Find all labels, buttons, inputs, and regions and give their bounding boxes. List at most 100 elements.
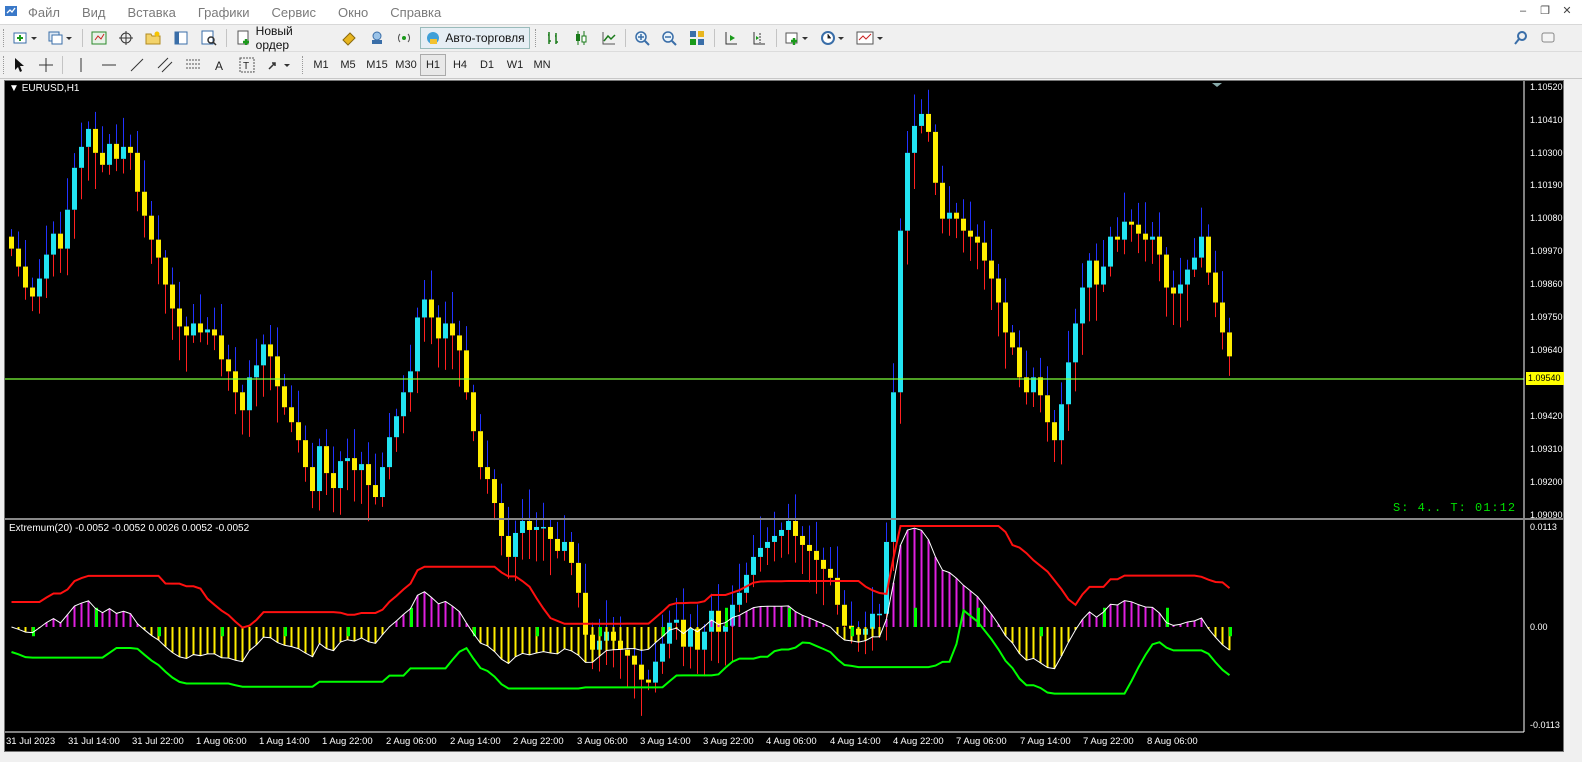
auto-scroll-button[interactable] [720,27,742,49]
indicators-button[interactable] [782,27,812,49]
chart-shift-button[interactable] [748,27,770,49]
timeframe-w1[interactable]: W1 [502,54,528,76]
zoom-in-icon [635,31,650,46]
menu-tools[interactable]: Сервис [272,5,317,20]
menu-window[interactable]: Окно [338,5,368,20]
notifications-button[interactable] [1538,27,1560,49]
symbol-text: EURUSD,H1 [21,83,80,94]
bar-chart-button[interactable] [542,27,564,49]
cursor-button[interactable] [8,54,30,76]
tile-windows-button[interactable] [686,27,708,49]
candle-body [688,628,693,647]
price-tick: 1.09420 [1530,411,1563,421]
candle-body [261,344,266,366]
timeframe-m15[interactable]: M15 [362,54,392,76]
close-icon[interactable]: ✕ [1560,5,1574,18]
search-button[interactable] [1510,27,1532,49]
channel-icon [157,57,173,73]
minimize-icon[interactable]: – [1516,5,1530,18]
timeframe-h1[interactable]: H1 [420,54,446,76]
candlestick-chart-button[interactable] [570,27,592,49]
candle-body [989,260,994,279]
timeframe-mn[interactable]: MN [529,54,555,76]
time-label: 7 Aug 22:00 [1083,736,1134,747]
signals-button[interactable] [366,27,388,49]
navigator-button[interactable] [142,27,164,49]
candle-body [177,308,182,327]
metaeditor-button[interactable] [338,27,360,49]
new-chart-button[interactable] [10,27,40,49]
candle-body [191,323,196,336]
market-watch-button[interactable] [88,27,110,49]
menu-view[interactable]: Вид [82,5,106,20]
candle-body [716,610,721,632]
fibonacci-button[interactable] [182,54,204,76]
candle-body [401,392,406,417]
candle-body [1087,260,1092,288]
menu-insert[interactable]: Вставка [128,5,176,20]
candle-body [212,329,217,336]
new-order-button[interactable]: Новый ордер [232,24,332,52]
candle-body [1094,260,1099,285]
menu-help[interactable]: Справка [390,5,441,20]
fibonacci-icon [186,59,200,69]
line-chart-button[interactable] [598,27,620,49]
timeframe-m5[interactable]: M5 [335,54,361,76]
candle-body [394,416,399,438]
arrows-button[interactable] [264,54,294,76]
restore-icon[interactable]: ❐ [1538,5,1552,18]
candle-body [1122,221,1127,240]
candle-body [513,532,518,557]
profiles-button[interactable] [45,27,75,49]
svg-text:T: T [243,61,249,72]
equidistant-channel-button[interactable] [154,54,176,76]
vertical-line-button[interactable] [70,54,92,76]
timeframe-h4[interactable]: H4 [447,54,473,76]
candle-body [429,299,434,318]
candle-body [877,613,882,616]
crosshair-button[interactable] [35,54,57,76]
window-separator[interactable] [5,518,1563,520]
auto-trading-button[interactable]: Авто-торговля [420,27,530,49]
bar-chart-icon [548,32,558,44]
zoom-in-button[interactable] [631,27,653,49]
chart-canvas[interactable] [5,81,1563,751]
text-button[interactable]: A [209,54,231,76]
timeframe-d1[interactable]: D1 [474,54,500,76]
horizontal-line-button[interactable] [98,54,120,76]
candle-body [408,371,413,393]
navigator-folder-icon [145,31,161,45]
candle-body [779,529,784,536]
candle-body [268,344,273,357]
templates-button[interactable] [854,27,886,49]
candle-body [765,541,770,548]
menu-file[interactable]: Файл [28,5,60,20]
candle-body [352,458,357,471]
indicator-label: Extremum(20) -0.0052 -0.0052 0.0026 0.00… [9,523,250,534]
candle-body [247,377,252,411]
tester-magnifier-icon [201,30,217,46]
chat-bubble-icon [1541,32,1555,43]
menu-charts[interactable]: Графики [198,5,250,20]
candle-body [1199,236,1204,258]
market-button[interactable] [393,27,415,49]
terminal-button[interactable] [170,27,192,49]
candle-body [324,446,329,474]
data-window-button[interactable] [115,27,137,49]
line-chart-icon [602,32,616,45]
candle-body [114,143,119,159]
timeframe-m30[interactable]: M30 [391,54,421,76]
trendline-button[interactable] [126,54,148,76]
zoom-out-button[interactable] [658,27,680,49]
text-label-button[interactable]: T [236,54,258,76]
periods-button[interactable] [818,27,848,49]
candle-body [58,233,63,249]
candle-body [226,359,231,372]
candle-body [9,236,14,249]
new-order-icon [237,30,249,45]
candle-body [828,568,833,578]
timeframe-m1[interactable]: M1 [308,54,334,76]
strategy-tester-button[interactable] [198,27,220,49]
chart-window[interactable]: ▼ EURUSD,H1 Extremum(20) -0.0052 -0.0052… [4,80,1564,752]
candle-body [1206,236,1211,273]
